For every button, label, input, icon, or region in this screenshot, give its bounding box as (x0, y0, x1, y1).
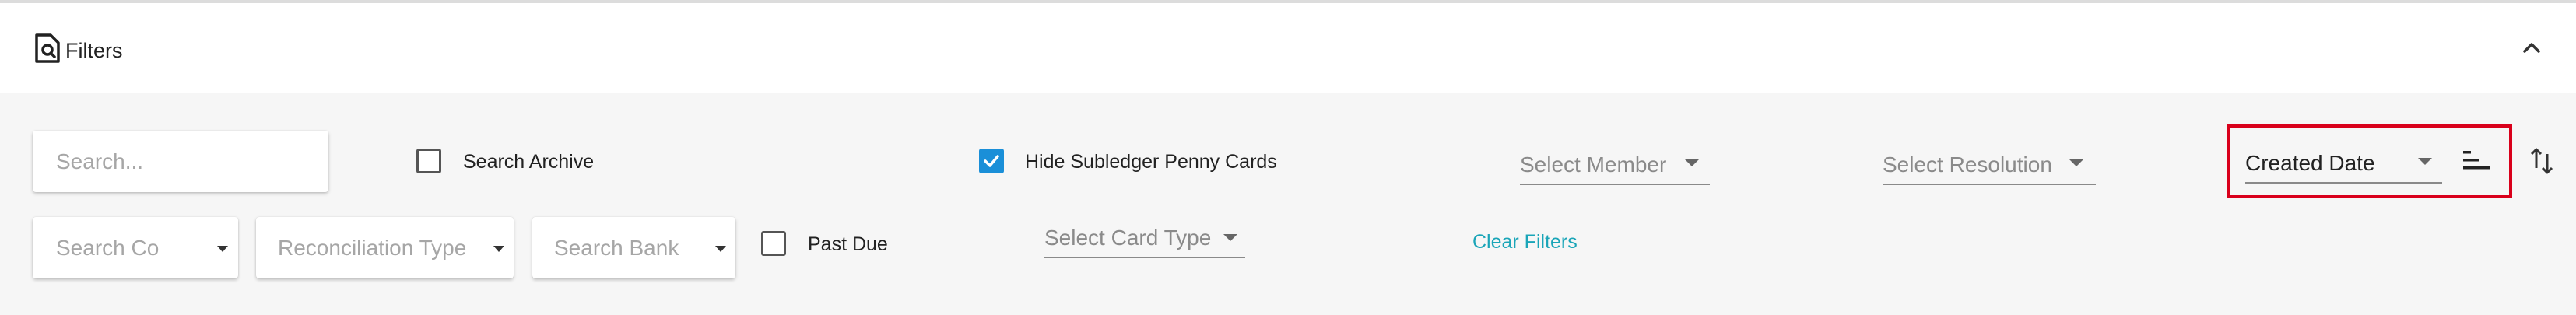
search-archive-checkbox[interactable] (416, 149, 441, 173)
select-member-value: Select Member (1520, 152, 1667, 177)
reconciliation-type-dropdown[interactable]: Reconciliation Type (256, 217, 514, 278)
checkmark-icon (984, 155, 999, 167)
chevron-down-icon (217, 246, 228, 252)
sort-field-value: Created Date (2245, 151, 2375, 175)
select-resolution-dropdown[interactable]: Select Resolution (1883, 138, 2096, 185)
chevron-up-icon[interactable] (2518, 34, 2545, 61)
select-member-dropdown[interactable]: Select Member (1520, 138, 1710, 185)
chevron-down-icon (715, 246, 726, 252)
reconciliation-type-value: Reconciliation Type (278, 235, 467, 260)
hide-penny-cards-label: Hide Subledger Penny Cards (1025, 151, 1277, 173)
filters-title: Filters (65, 39, 123, 62)
search-bank-value: Search Bank (554, 235, 679, 260)
past-due-checkbox[interactable] (761, 231, 786, 256)
search-bank-dropdown[interactable]: Search Bank (532, 217, 735, 278)
search-co-dropdown[interactable]: Search Co (33, 217, 238, 278)
search-co-value: Search Co (56, 235, 160, 260)
filters-panel (0, 94, 2576, 315)
swap-vertical-icon[interactable] (2529, 146, 2554, 176)
chevron-down-icon (2418, 158, 2432, 165)
select-resolution-value: Select Resolution (1883, 152, 2052, 177)
chevron-down-icon (493, 246, 504, 252)
select-card-type-value: Select Card Type (1044, 226, 1212, 250)
search-box[interactable] (33, 131, 328, 192)
search-input[interactable] (33, 131, 328, 192)
chevron-down-icon (1223, 234, 1237, 241)
sort-bars-icon[interactable] (2462, 149, 2491, 173)
hide-penny-cards-checkbox[interactable] (979, 149, 1004, 173)
past-due-label: Past Due (808, 233, 888, 255)
select-card-type-dropdown[interactable]: Select Card Type (1044, 213, 1245, 258)
filter-doc-search-icon (35, 33, 60, 63)
chevron-down-icon (2069, 159, 2083, 166)
sort-field-dropdown[interactable]: Created Date (2245, 138, 2442, 184)
filters-header[interactable]: Filters (0, 3, 2576, 93)
chevron-down-icon (1685, 159, 1699, 166)
search-archive-label: Search Archive (463, 151, 595, 173)
clear-filters-link[interactable]: Clear Filters (1472, 231, 1578, 254)
